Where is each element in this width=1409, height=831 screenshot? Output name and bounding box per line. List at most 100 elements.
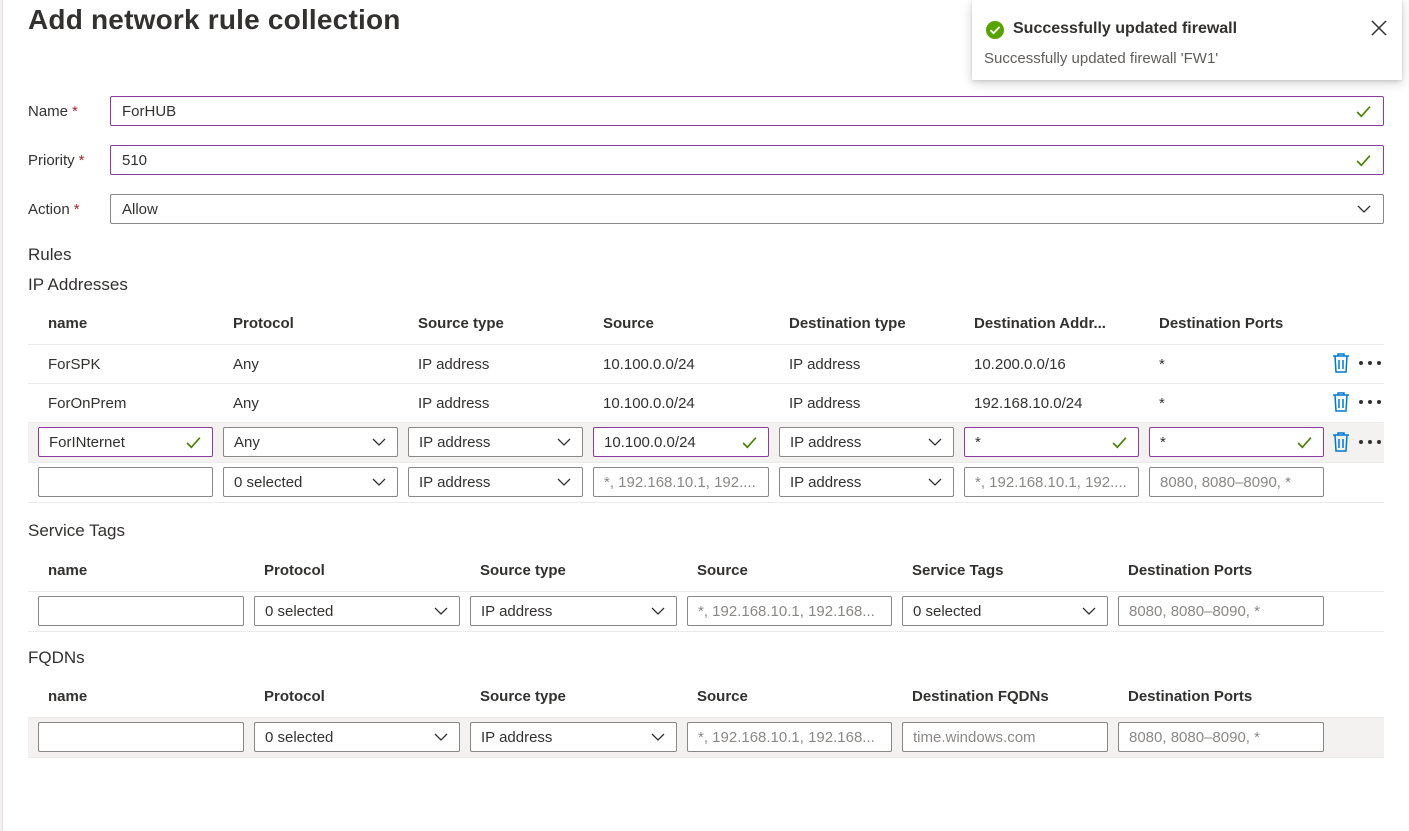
new-service-tag-row[interactable]: 0 selected IP address *, 192.168.10.1, 1… [28, 592, 1384, 632]
source-type-dropdown[interactable]: IP address [408, 427, 583, 457]
cell-source: 10.100.0.0/24 [603, 395, 695, 412]
col-header-source-type: Source type [480, 688, 566, 705]
cell-source-type: IP address [418, 356, 490, 373]
service-tags-title: Service Tags [28, 521, 126, 540]
chevron-down-icon [434, 607, 448, 615]
chevron-down-icon [1357, 205, 1371, 213]
rule-name-input[interactable] [38, 722, 244, 752]
service-tags-dropdown[interactable]: 0 selected [902, 596, 1108, 626]
destination-ports-input[interactable]: * [1149, 427, 1324, 457]
rule-name-input[interactable] [38, 596, 244, 626]
priority-label: Priority * [28, 152, 85, 169]
col-header-destination-ports: Destination Ports [1159, 315, 1284, 332]
trash-icon[interactable] [1332, 352, 1350, 374]
rule-name-input[interactable] [38, 467, 213, 497]
toast-message: Successfully updated firewall 'FW1' [984, 50, 1219, 67]
row-actions [1332, 431, 1382, 453]
cell-name: ForSPK [48, 356, 101, 373]
destination-address-input[interactable]: * [964, 427, 1139, 457]
service-tags-value: 0 selected [913, 602, 982, 620]
source-type-dropdown[interactable]: IP address [470, 596, 677, 626]
chevron-down-icon [372, 438, 386, 446]
action-dropdown[interactable]: Allow [110, 194, 1384, 224]
table-row[interactable]: ForSPK Any IP address 10.100.0.0/24 IP a… [28, 345, 1384, 384]
source-input[interactable]: *, 192.168.10.1, 192.168... [687, 596, 892, 626]
col-header-destination-ports: Destination Ports [1128, 688, 1253, 705]
destination-ports-input[interactable]: 8080, 8080–8090, * [1118, 596, 1324, 626]
left-edge-divider [0, 0, 3, 831]
destination-type-value: IP address [790, 433, 862, 451]
destination-address-value: * [975, 433, 981, 451]
ip-addresses-title: IP Addresses [28, 275, 128, 294]
chevron-down-icon [651, 607, 665, 615]
destination-fqdns-input[interactable]: time.windows.com [902, 722, 1108, 752]
ip-addresses-grid: name Protocol Source type Source Destina… [28, 305, 1384, 503]
col-header-name: name [48, 688, 88, 705]
new-rule-row[interactable]: 0 selected IP address *, 192.168.10.1, 1… [28, 463, 1384, 503]
source-type-dropdown[interactable]: IP address [408, 467, 583, 497]
source-input[interactable]: *, 192.168.10.1, 192.... [593, 467, 769, 497]
name-label-text: Name [28, 103, 69, 120]
protocol-value: 0 selected [265, 602, 334, 620]
destination-address-placeholder: *, 192.168.10.1, 192.... [975, 473, 1127, 491]
checkmark-icon [1356, 105, 1371, 118]
source-input[interactable]: *, 192.168.10.1, 192.168... [687, 722, 892, 752]
destination-ports-input[interactable]: 8080, 8080–8090, * [1118, 722, 1324, 752]
trash-icon[interactable] [1332, 391, 1350, 413]
chevron-down-icon [928, 438, 942, 446]
rule-name-value: ForINternet [49, 433, 125, 451]
cell-destination-address: 192.168.10.0/24 [974, 395, 1083, 412]
source-type-value: IP address [481, 728, 553, 746]
fqdns-header-row: name Protocol Source type Source Destina… [28, 678, 1384, 718]
cell-destination-type: IP address [789, 395, 861, 412]
more-icon[interactable] [1358, 391, 1382, 413]
new-fqdn-row[interactable]: 0 selected IP address *, 192.168.10.1, 1… [28, 718, 1384, 758]
more-icon[interactable] [1358, 352, 1382, 374]
destination-ports-placeholder: 8080, 8080–8090, * [1160, 473, 1291, 491]
checkmark-icon [1297, 436, 1312, 449]
protocol-value: 0 selected [265, 728, 334, 746]
chevron-down-icon [372, 478, 386, 486]
col-header-destination-type: Destination type [789, 315, 906, 332]
rule-name-input[interactable]: ForINternet [38, 427, 213, 457]
chevron-down-icon [557, 438, 571, 446]
source-type-dropdown[interactable]: IP address [470, 722, 677, 752]
close-icon[interactable] [1369, 18, 1389, 38]
priority-label-text: Priority [28, 152, 75, 169]
destination-ports-input[interactable]: 8080, 8080–8090, * [1149, 467, 1324, 497]
trash-icon[interactable] [1332, 431, 1350, 453]
col-header-source: Source [697, 688, 748, 705]
cell-destination-address: 10.200.0.0/16 [974, 356, 1066, 373]
col-header-protocol: Protocol [264, 562, 325, 579]
destination-fqdns-placeholder: time.windows.com [913, 728, 1036, 746]
ip-header-row: name Protocol Source type Source Destina… [28, 305, 1384, 345]
col-header-destination-address: Destination Addr... [974, 315, 1106, 332]
source-placeholder: *, 192.168.10.1, 192.168... [698, 728, 875, 746]
more-icon[interactable] [1358, 431, 1382, 453]
destination-address-input[interactable]: *, 192.168.10.1, 192.... [964, 467, 1139, 497]
destination-type-dropdown[interactable]: IP address [779, 427, 954, 457]
priority-field[interactable]: 510 [110, 145, 1384, 175]
required-mark: * [73, 201, 80, 218]
table-row[interactable]: ForOnPrem Any IP address 10.100.0.0/24 I… [28, 384, 1384, 423]
editing-row[interactable]: ForINternet Any IP address 10.100.0.0/24… [28, 423, 1384, 463]
checkmark-icon [742, 436, 757, 449]
name-field[interactable]: ForHUB [110, 96, 1384, 126]
protocol-dropdown[interactable]: Any [223, 427, 398, 457]
destination-type-dropdown[interactable]: IP address [779, 467, 954, 497]
protocol-dropdown[interactable]: 0 selected [254, 596, 460, 626]
source-input[interactable]: 10.100.0.0/24 [593, 427, 769, 457]
source-value: 10.100.0.0/24 [604, 433, 696, 451]
col-header-destination-ports: Destination Ports [1128, 562, 1253, 579]
col-header-protocol: Protocol [264, 688, 325, 705]
checkmark-icon [186, 436, 201, 449]
cell-name: ForOnPrem [48, 395, 127, 412]
cell-source: 10.100.0.0/24 [603, 356, 695, 373]
checkmark-icon [1112, 436, 1127, 449]
page-title: Add network rule collection [28, 4, 401, 35]
protocol-dropdown[interactable]: 0 selected [223, 467, 398, 497]
cell-destination-ports: * [1159, 395, 1165, 412]
source-placeholder: *, 192.168.10.1, 192.... [604, 473, 756, 491]
chevron-down-icon [434, 733, 448, 741]
protocol-dropdown[interactable]: 0 selected [254, 722, 460, 752]
